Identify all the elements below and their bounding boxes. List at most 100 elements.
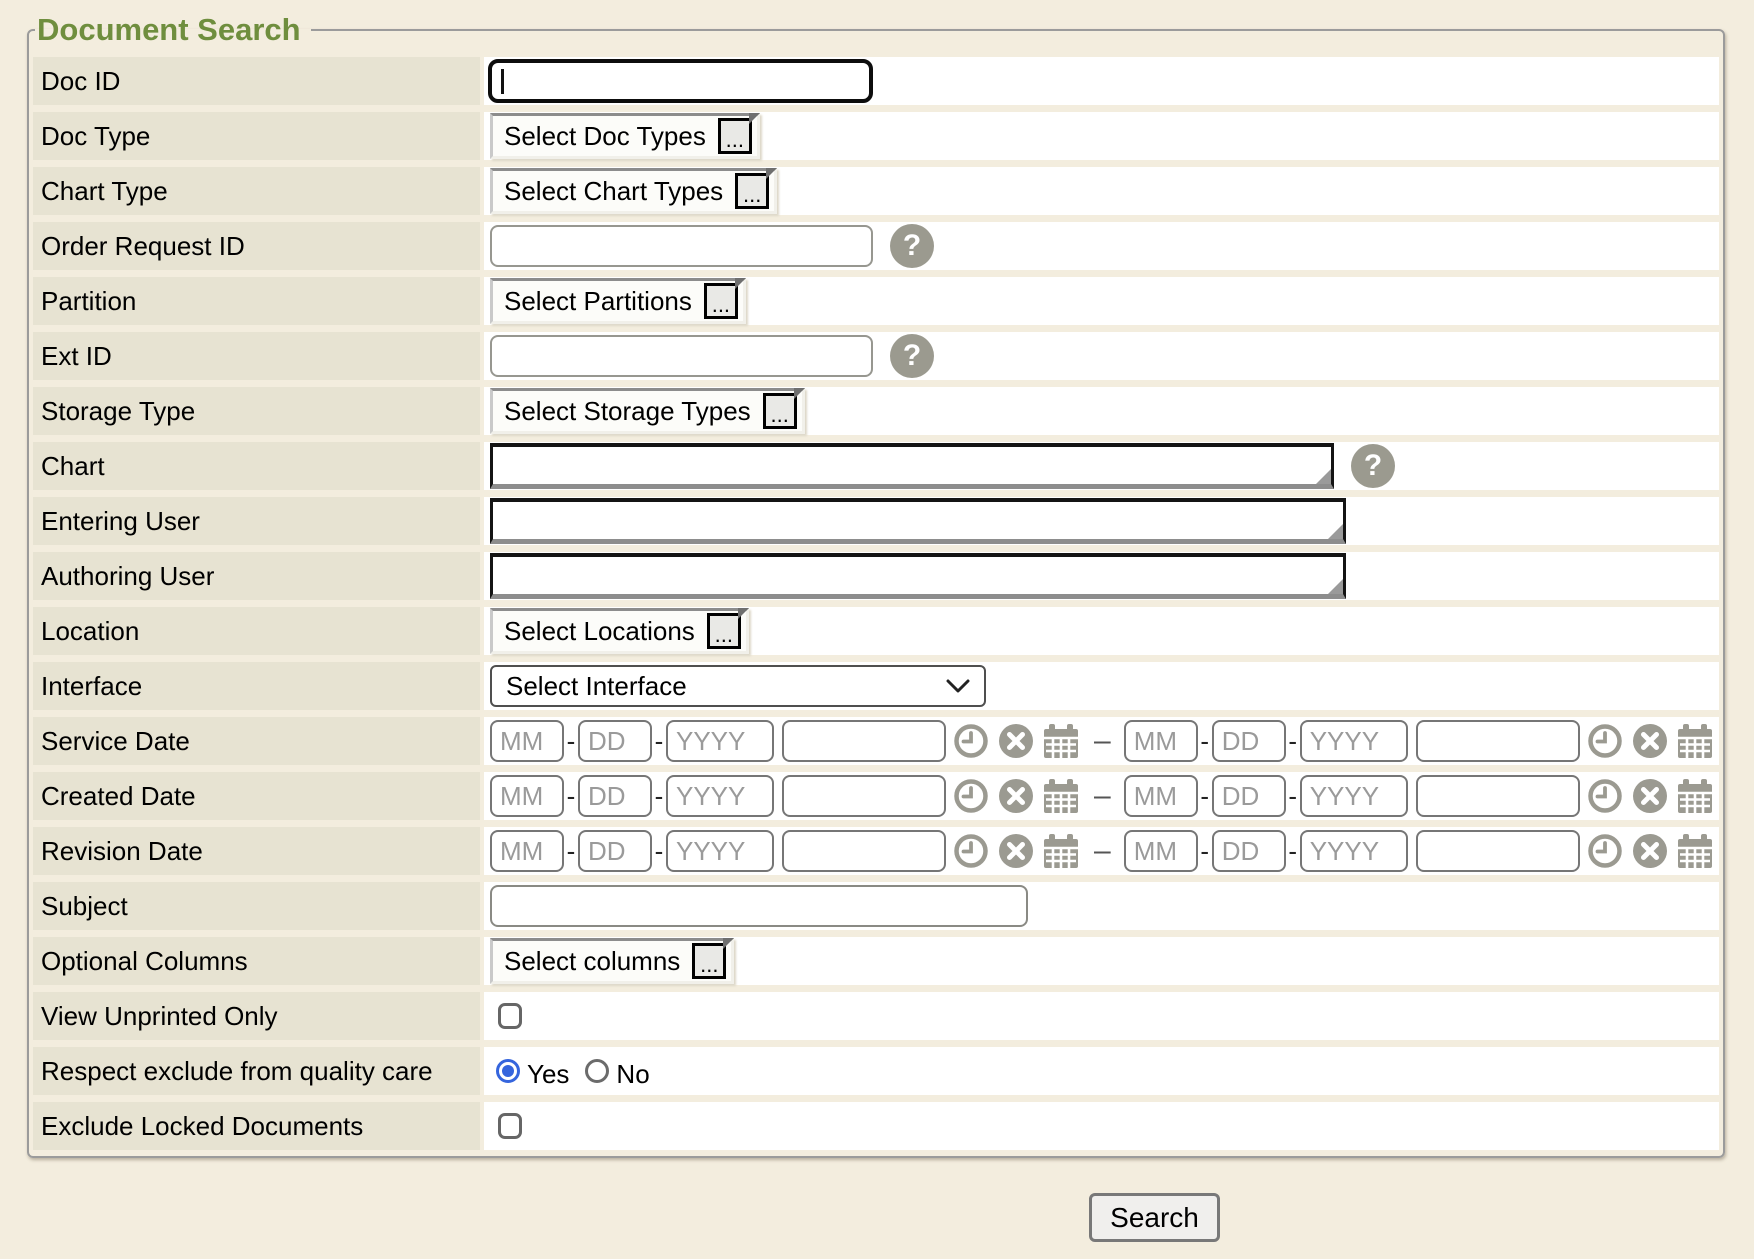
entering-user-input[interactable] — [493, 502, 1343, 539]
service-date-to-year-input[interactable] — [1300, 720, 1408, 762]
service-date-from-year-input[interactable] — [666, 720, 774, 762]
range-separator: – — [1094, 779, 1111, 813]
revision-date-from-calendar-icon[interactable] — [1041, 831, 1081, 871]
service-date-from-month-input[interactable] — [490, 720, 564, 762]
service-date-to-day-input[interactable] — [1212, 720, 1286, 762]
optional-columns-select-button[interactable]: Select columns ... — [490, 938, 734, 984]
created-date-to-year-input[interactable] — [1300, 775, 1408, 817]
subject-input[interactable] — [490, 885, 1028, 927]
optional-columns-more-button[interactable]: ... — [692, 943, 726, 979]
chart-input[interactable] — [493, 447, 1331, 484]
created-date-from-clock-icon[interactable] — [951, 776, 991, 816]
order-request-id-input[interactable] — [490, 225, 873, 267]
revision-date-to-month-input[interactable] — [1124, 830, 1198, 872]
quality-care-no-radio[interactable] — [585, 1059, 609, 1083]
service-date-from-calendar-icon[interactable] — [1041, 721, 1081, 761]
authoring-user-input[interactable] — [493, 557, 1343, 594]
created-date-to-day-input[interactable] — [1212, 775, 1286, 817]
quality-care-yes-radio[interactable] — [496, 1059, 520, 1083]
chart-type-label: Chart Type — [33, 167, 480, 215]
created-date-to-clock-icon[interactable] — [1585, 776, 1625, 816]
partition-more-button[interactable]: ... — [704, 283, 738, 319]
authoring-user-input-wrapper — [490, 553, 1346, 599]
view-unprinted-only-checkbox[interactable] — [498, 1003, 522, 1029]
row-optional-columns: Optional Columns Select columns ... — [33, 937, 1719, 985]
date-separator: - — [1286, 781, 1300, 812]
chevron-down-icon — [946, 679, 970, 694]
doc-id-input-wrapper — [488, 59, 873, 103]
storage-type-select-button[interactable]: Select Storage Types ... — [490, 388, 805, 434]
created-date-to-clear-icon[interactable] — [1630, 776, 1670, 816]
revision-date-from-group: - - — [490, 830, 1081, 872]
service-date-from-day-input[interactable] — [578, 720, 652, 762]
doc-id-label: Doc ID — [33, 57, 480, 105]
created-date-from-year-input[interactable] — [666, 775, 774, 817]
doc-id-input[interactable] — [492, 63, 869, 99]
exclude-locked-documents-checkbox[interactable] — [498, 1113, 522, 1139]
service-date-to-calendar-icon[interactable] — [1675, 721, 1715, 761]
location-more-button[interactable]: ... — [707, 613, 741, 649]
created-date-to-time-input[interactable] — [1416, 775, 1580, 817]
created-date-to-month-input[interactable] — [1124, 775, 1198, 817]
revision-date-to-clock-icon[interactable] — [1585, 831, 1625, 871]
range-separator: – — [1094, 834, 1111, 868]
created-date-label: Created Date — [33, 772, 480, 820]
created-date-from-clear-icon[interactable] — [996, 776, 1036, 816]
service-date-to-time-input[interactable] — [1416, 720, 1580, 762]
date-separator: - — [1286, 836, 1300, 867]
chart-label: Chart — [33, 442, 480, 490]
storage-type-more-button[interactable]: ... — [763, 393, 797, 429]
row-chart: Chart ? — [33, 442, 1719, 490]
chart-type-select-button[interactable]: Select Chart Types ... — [490, 168, 777, 214]
service-date-from-clear-icon[interactable] — [996, 721, 1036, 761]
doc-type-more-button[interactable]: ... — [718, 118, 752, 154]
service-date-to-group: - - — [1124, 720, 1715, 762]
doc-type-label: Doc Type — [33, 112, 480, 160]
revision-date-to-calendar-icon[interactable] — [1675, 831, 1715, 871]
ext-id-help-icon[interactable]: ? — [890, 334, 934, 378]
date-separator: - — [564, 781, 578, 812]
created-date-to-calendar-icon[interactable] — [1675, 776, 1715, 816]
revision-date-to-day-input[interactable] — [1212, 830, 1286, 872]
respect-exclude-quality-care-label: Respect exclude from quality care — [33, 1047, 480, 1095]
created-date-from-calendar-icon[interactable] — [1041, 776, 1081, 816]
revision-date-from-clear-icon[interactable] — [996, 831, 1036, 871]
storage-type-select-label: Select Storage Types — [504, 396, 751, 427]
revision-date-from-day-input[interactable] — [578, 830, 652, 872]
search-button[interactable]: Search — [1089, 1193, 1220, 1242]
row-location: Location Select Locations ... — [33, 607, 1719, 655]
service-date-from-time-input[interactable] — [782, 720, 946, 762]
row-storage-type: Storage Type Select Storage Types ... — [33, 387, 1719, 435]
revision-date-to-year-input[interactable] — [1300, 830, 1408, 872]
entering-user-input-wrapper — [490, 498, 1346, 544]
date-separator: - — [1286, 726, 1300, 757]
revision-date-from-month-input[interactable] — [490, 830, 564, 872]
doc-type-select-button[interactable]: Select Doc Types ... — [490, 113, 760, 159]
created-date-from-month-input[interactable] — [490, 775, 564, 817]
service-date-to-clear-icon[interactable] — [1630, 721, 1670, 761]
optional-columns-label: Optional Columns — [33, 937, 480, 985]
service-date-from-clock-icon[interactable] — [951, 721, 991, 761]
chart-type-more-button[interactable]: ... — [735, 173, 769, 209]
service-date-to-clock-icon[interactable] — [1585, 721, 1625, 761]
location-select-button[interactable]: Select Locations ... — [490, 608, 749, 654]
interface-dropdown[interactable]: Select Interface — [490, 665, 986, 707]
revision-date-from-clock-icon[interactable] — [951, 831, 991, 871]
order-request-id-label: Order Request ID — [33, 222, 480, 270]
revision-date-from-year-input[interactable] — [666, 830, 774, 872]
date-separator: - — [1198, 726, 1212, 757]
row-authoring-user: Authoring User — [33, 552, 1719, 600]
order-request-id-help-icon[interactable]: ? — [890, 224, 934, 268]
location-label: Location — [33, 607, 480, 655]
revision-date-to-clear-icon[interactable] — [1630, 831, 1670, 871]
row-entering-user: Entering User — [33, 497, 1719, 545]
created-date-from-time-input[interactable] — [782, 775, 946, 817]
created-date-from-day-input[interactable] — [578, 775, 652, 817]
partition-select-button[interactable]: Select Partitions ... — [490, 278, 746, 324]
ext-id-input[interactable] — [490, 335, 873, 377]
service-date-to-month-input[interactable] — [1124, 720, 1198, 762]
doc-type-select-label: Select Doc Types — [504, 121, 706, 152]
revision-date-from-time-input[interactable] — [782, 830, 946, 872]
chart-help-icon[interactable]: ? — [1351, 444, 1395, 488]
revision-date-to-time-input[interactable] — [1416, 830, 1580, 872]
